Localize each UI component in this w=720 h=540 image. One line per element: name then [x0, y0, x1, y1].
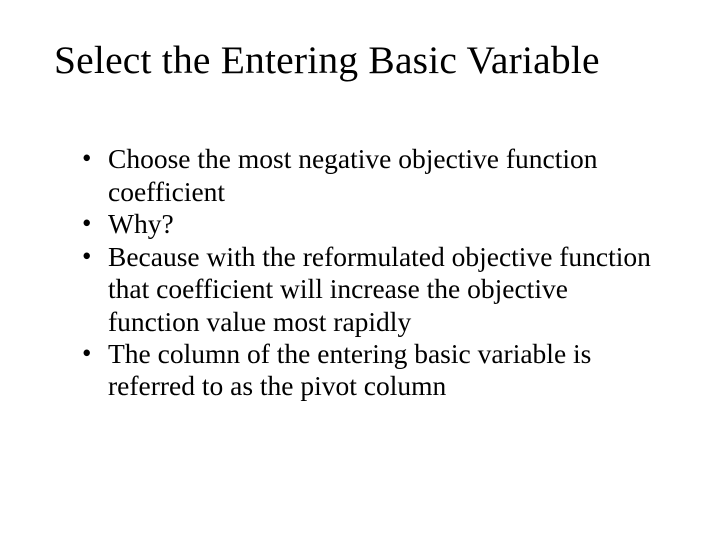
list-item: Why?	[82, 208, 666, 240]
slide: Select the Entering Basic Variable Choos…	[0, 0, 720, 540]
bullet-list: Choose the most negative objective funct…	[82, 143, 666, 403]
slide-title: Select the Entering Basic Variable	[54, 38, 666, 83]
list-item: Because with the reformulated objective …	[82, 241, 666, 338]
list-item: Choose the most negative objective funct…	[82, 143, 666, 208]
list-item: The column of the entering basic variabl…	[82, 338, 666, 403]
